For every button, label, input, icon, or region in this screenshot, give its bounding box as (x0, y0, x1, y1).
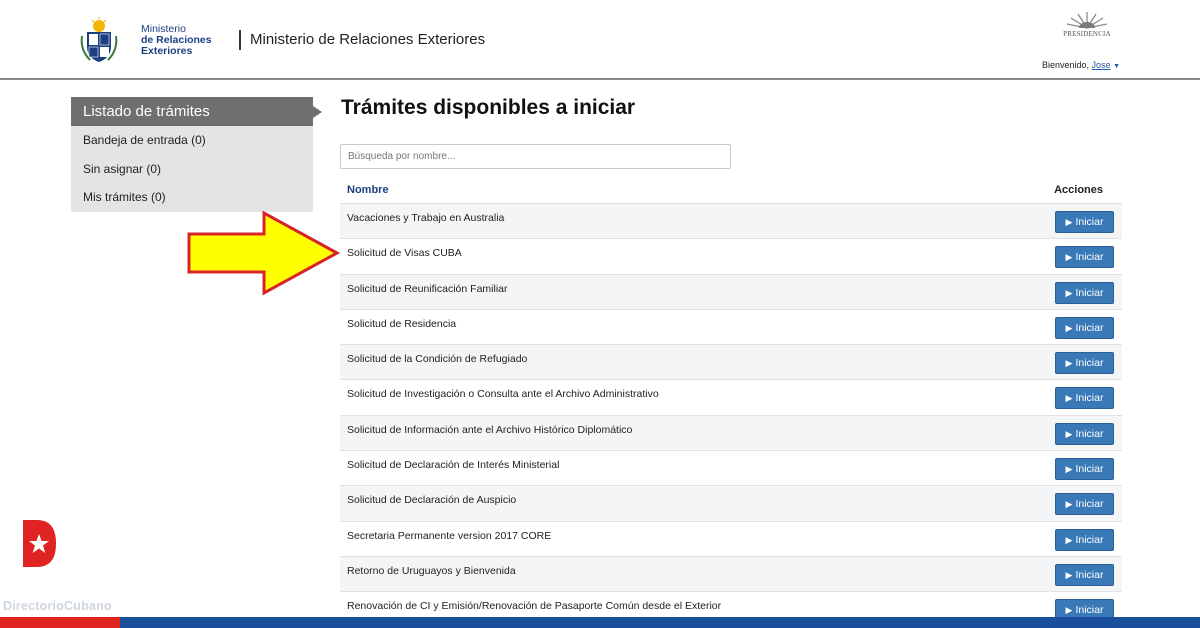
play-icon: ▶ (1065, 428, 1073, 439)
start-button[interactable]: ▶ Iniciar (1055, 387, 1114, 410)
play-icon: ▶ (1065, 569, 1073, 580)
welcome-area: Bienvenido, Jose ▼ (1042, 60, 1120, 70)
table-row: Secretaria Permanente version 2017 CORE ▶… (340, 521, 1122, 557)
ministry-logo-text: Ministerio de Relaciones Exteriores (141, 24, 212, 57)
welcome-text: Bienvenido, (1041, 60, 1090, 70)
directoriocubano-logo-icon (23, 520, 56, 567)
search-input[interactable] (340, 144, 731, 169)
presidencia-label: PRESIDENCIA (1063, 30, 1111, 38)
table-row: Retorno de Uruguayos y Bienvenida ▶ Inicia… (340, 556, 1122, 593)
start-button[interactable]: ▶ Iniciar (1055, 352, 1114, 375)
table-header: Nombre Acciones (340, 179, 1122, 204)
table-row: Solicitud de Investigación o Consulta an… (340, 380, 1122, 416)
start-button[interactable]: ▶ Iniciar (1055, 316, 1114, 339)
highlight-arrow-icon (187, 210, 340, 296)
sidebar-item-my-procedures[interactable]: Mis trámites (0) (71, 183, 313, 212)
watermark-text: DirectorioCubano (3, 599, 112, 613)
play-icon: ▶ (1065, 464, 1073, 475)
procedure-name: Secretaria Permanente version 2017 CORE (347, 529, 552, 542)
start-button-label: Iniciar (1075, 604, 1104, 617)
site-header: Ministerio de Relaciones Exteriores Mini… (0, 0, 1200, 80)
presidencia-sun-icon (1066, 12, 1108, 29)
table-row: Vacaciones y Trabajo en Australia ▶ Inicia… (340, 204, 1122, 240)
header-divider (239, 30, 241, 50)
procedures-table: Nombre Acciones Vacaciones y Trabajo en … (340, 179, 1122, 628)
site-title: Ministerio de Relaciones Exteriores (250, 31, 486, 48)
start-button-label: Iniciar (1075, 498, 1104, 511)
start-button-label: Iniciar (1075, 321, 1104, 334)
play-icon: ▶ (1065, 322, 1073, 333)
bottom-bar-blue (120, 617, 1200, 628)
start-button-label: Iniciar (1075, 357, 1104, 370)
sidebar-title[interactable]: Listado de trámites (71, 97, 322, 126)
sidebar: Listado de trámites Bandeja de entrada (… (71, 97, 322, 212)
start-button[interactable]: ▶ Iniciar (1055, 211, 1114, 233)
start-button[interactable]: ▶ Iniciar (1055, 528, 1114, 551)
procedure-name: Vacaciones y Trabajo en Australia (347, 212, 505, 224)
start-button[interactable]: ▶ Iniciar (1055, 563, 1114, 586)
column-header-name[interactable]: Nombre (347, 184, 389, 196)
start-button[interactable]: ▶ Iniciar (1055, 281, 1114, 304)
procedure-name: Solicitud de Declaración de Interés Mini… (347, 459, 560, 472)
start-button-label: Iniciar (1075, 392, 1104, 405)
start-button-label: Iniciar (1075, 216, 1104, 228)
play-icon: ▶ (1065, 605, 1073, 616)
start-button-label: Iniciar (1075, 463, 1104, 476)
start-button-label: Iniciar (1075, 251, 1104, 264)
start-button[interactable]: ▶ Iniciar (1055, 493, 1114, 516)
sidebar-item-unassigned[interactable]: Sin asignar (0) (71, 155, 313, 184)
play-icon: ▶ (1065, 252, 1073, 263)
play-icon: ▶ (1065, 287, 1073, 298)
table-body: Vacaciones y Trabajo en Australia ▶ Inicia… (340, 204, 1122, 628)
start-button[interactable]: ▶ Iniciar (1055, 422, 1114, 445)
procedure-name: Renovación de CI y Emisión/Renovación de… (347, 600, 722, 613)
uruguay-crest-icon (80, 17, 118, 62)
table-row: Solicitud de Declaración de Auspicio ▶ Ini… (340, 486, 1122, 522)
start-button[interactable]: ▶ Iniciar (1055, 246, 1114, 269)
table-row: Solicitud de Visas CUBA ▶ Iniciar (340, 239, 1122, 275)
column-header-actions: Acciones (1054, 184, 1103, 196)
play-icon: ▶ (1065, 499, 1073, 510)
start-button-label: Iniciar (1075, 427, 1104, 440)
play-icon: ▶ (1065, 358, 1073, 369)
sidebar-item-inbox[interactable]: Bandeja de entrada (0) (71, 126, 313, 155)
caret-down-icon[interactable]: ▼ (1113, 63, 1120, 70)
page-title: Trámites disponibles a iniciar (341, 96, 636, 119)
org-line3: Exteriores (141, 45, 193, 57)
procedure-name: Solicitud de la Condición de Refugiado (347, 353, 528, 366)
table-row: Solicitud de Residencia ▶ Iniciar (340, 309, 1122, 346)
table-row: Solicitud de Reunificación Familiar ▶ Inic… (340, 274, 1122, 310)
bottom-bar-red (0, 617, 120, 628)
start-button-label: Iniciar (1075, 568, 1104, 581)
play-icon: ▶ (1065, 217, 1073, 227)
procedure-name: Solicitud de Reunificación Familiar (347, 282, 508, 295)
user-menu[interactable]: Jose (1092, 60, 1111, 70)
procedure-name: Solicitud de Visas CUBA (347, 247, 462, 260)
procedure-name: Retorno de Uruguayos y Bienvenida (347, 564, 516, 577)
procedure-name: Solicitud de Residencia (347, 317, 457, 330)
start-button[interactable]: ▶ Iniciar (1055, 458, 1114, 481)
table-row: Solicitud de Información ante el Archivo… (340, 415, 1122, 452)
play-icon: ▶ (1065, 393, 1073, 404)
procedure-name: Solicitud de Investigación o Consulta an… (347, 388, 659, 401)
procedure-name: Solicitud de Declaración de Auspicio (347, 494, 517, 507)
start-button-label: Iniciar (1075, 533, 1104, 546)
table-row: Solicitud de la Condición de Refugiado ▶ I… (340, 345, 1122, 381)
start-button-label: Iniciar (1075, 286, 1104, 299)
procedure-name: Solicitud de Información ante el Archivo… (347, 423, 633, 436)
play-icon: ▶ (1065, 534, 1073, 545)
table-row: Solicitud de Declaración de Interés Mini… (340, 451, 1122, 487)
